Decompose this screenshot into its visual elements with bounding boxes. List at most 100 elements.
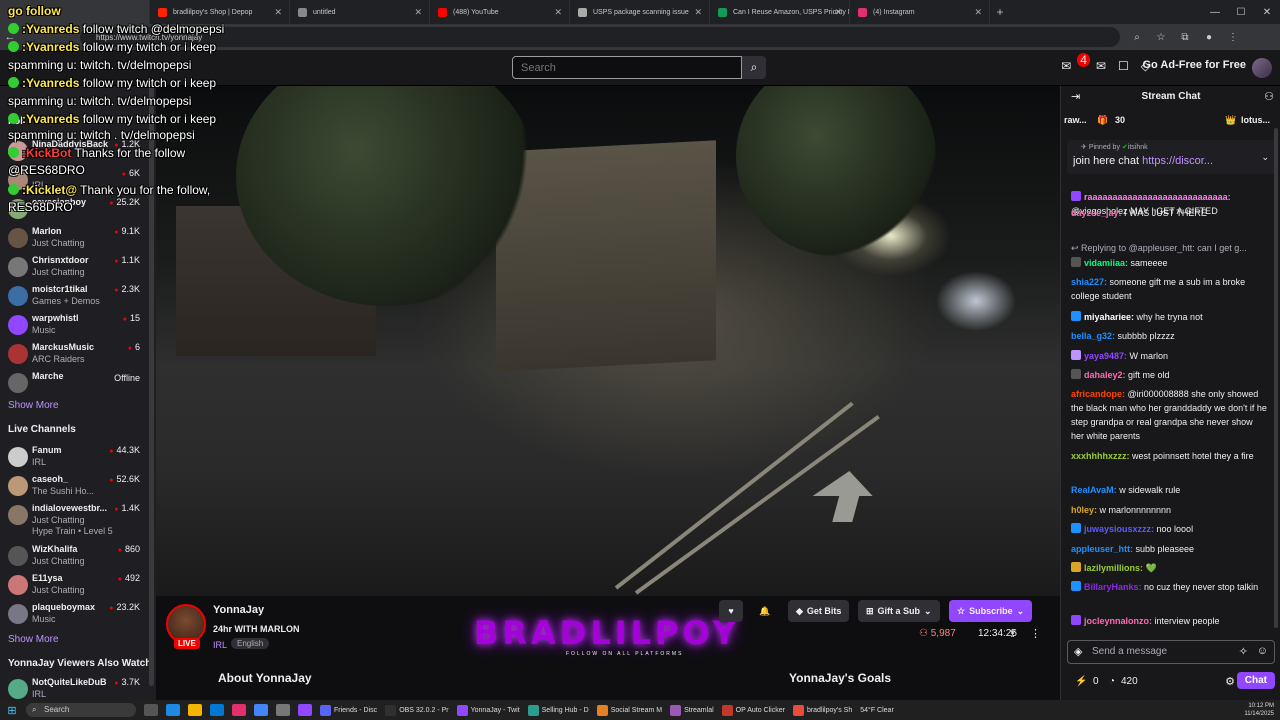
taskbar-app[interactable]: Social Stream M <box>596 704 662 716</box>
subscribe-button[interactable]: ☆ Subscribe ⌄ <box>949 600 1033 622</box>
bookmark-star-icon[interactable]: ☆ <box>1152 32 1170 43</box>
sidebar-channel-item[interactable]: IRL 6K <box>0 167 148 196</box>
sidebar-channel-item[interactable]: WizKhalifa Just Chatting 860 <box>0 543 148 572</box>
bits-icon[interactable]: ⚡ <box>1075 676 1087 687</box>
chevron-down-icon[interactable]: ⌄ <box>1261 152 1269 163</box>
windows-start-icon[interactable]: ⊞ <box>0 704 24 717</box>
taskbar-pinned-icon[interactable] <box>144 704 158 716</box>
chat-username[interactable]: jocleynnalonzo: <box>1084 616 1152 626</box>
chat-username[interactable]: xxxhhhhxzzz: <box>1071 451 1130 461</box>
notification-bell-button[interactable]: 🔔 <box>753 600 777 622</box>
chat-username[interactable]: raaaaaaaaaaaaaaaaaaaaaaaaaaaa: <box>1084 192 1231 202</box>
menu-kebab-icon[interactable]: ⋮ <box>1224 32 1242 43</box>
stream-category[interactable]: IRL <box>213 640 227 650</box>
tab-close-icon[interactable]: ✕ <box>974 7 982 18</box>
taskbar-app[interactable]: Friends - Disc <box>320 704 377 716</box>
browser-tab[interactable]: (488) YouTube ✕ <box>430 0 570 24</box>
taskbar-app[interactable]: Streamlal <box>670 704 714 716</box>
chat-username[interactable]: appleuser_htt: <box>1071 544 1133 554</box>
taskbar-app[interactable]: YonnaJay - Twit <box>456 704 520 716</box>
tab-close-icon[interactable]: ✕ <box>694 7 702 18</box>
share-icon[interactable]: ⇪ <box>1008 627 1017 640</box>
profile-icon[interactable]: ● <box>1200 32 1218 43</box>
taskbar-pinned-icon[interactable] <box>188 704 202 716</box>
gift-sub-button[interactable]: ⊞ Gift a Sub ⌄ <box>858 600 940 622</box>
taskbar-app[interactable]: Selling Hub - D <box>527 704 589 716</box>
chat-username[interactable]: yaya9487: <box>1084 351 1127 361</box>
more-options-icon[interactable]: ⋮ <box>1030 627 1041 640</box>
extensions-icon[interactable]: ⧉ <box>1176 32 1194 43</box>
show-more-live[interactable]: Show More <box>8 634 59 645</box>
sidebar-channel-item[interactable]: warpwhistl Music 15 <box>0 312 148 341</box>
chat-scrollbar[interactable] <box>1274 128 1278 628</box>
sidebar-scrollbar[interactable] <box>149 86 154 686</box>
chat-username[interactable]: BillaryHanks: <box>1084 582 1142 592</box>
sidebar-channel-item[interactable]: indialovewestbr... Just Chatting 1.4K Hype … <box>0 502 148 536</box>
sidebar-channel-item[interactable]: plaqueboymax Music 23.2K <box>0 601 148 630</box>
sidebar-channel-item[interactable]: Marche Offline <box>0 370 148 399</box>
get-bits-button[interactable]: ◆ Get Bits <box>788 600 850 622</box>
browser-tab[interactable]: untitled ✕ <box>290 0 430 24</box>
bits-icon[interactable]: ◈ <box>1074 645 1082 658</box>
gift-right-user[interactable]: lotus... <box>1241 115 1270 125</box>
maximize-icon[interactable]: ☐ <box>1228 7 1254 18</box>
go-ad-free-button[interactable]: Go Ad-Free for Free <box>1143 59 1247 71</box>
browser-tab[interactable]: USPS package scanning issue ✕ <box>570 0 710 24</box>
minimize-icon[interactable]: — <box>1202 7 1228 18</box>
search-button[interactable]: ⌕ <box>742 56 766 79</box>
zoom-icon[interactable]: ⌕ <box>1128 32 1146 43</box>
taskbar-pinned-icon[interactable] <box>210 704 224 716</box>
tab-close-icon[interactable]: ✕ <box>414 7 422 18</box>
inbox-icon[interactable]: ☐ <box>1118 59 1129 73</box>
tab-close-icon[interactable]: ✕ <box>554 7 562 18</box>
chat-username[interactable]: juwaysiousxzzz: <box>1084 524 1154 534</box>
chat-username[interactable]: dayzee_jay: <box>1071 208 1122 218</box>
sidebar-channel-item[interactable]: NinaDaddyisBack 1.2K <box>0 138 148 167</box>
chat-username[interactable]: africandope: <box>1071 389 1125 399</box>
chat-username[interactable]: bella_g32: <box>1071 331 1115 341</box>
sidebar-channel-item[interactable]: cavasianboy 25.2K <box>0 196 148 225</box>
search-input[interactable] <box>512 56 742 79</box>
weather-widget[interactable]: 54°F Clear <box>860 707 894 714</box>
url-field[interactable]: https://www.twitch.tv/yonnajay <box>80 27 1120 47</box>
chat-username[interactable]: lazilymillions: <box>1084 563 1143 573</box>
sidebar-channel-item[interactable]: E11ysa Just Chatting 492 <box>0 572 148 601</box>
chat-username[interactable]: miyahariee: <box>1084 312 1134 322</box>
stream-tag[interactable]: English <box>231 638 270 649</box>
emote-icon[interactable]: ☺ <box>1257 645 1268 657</box>
whispers-icon[interactable]: ✉ <box>1096 59 1106 73</box>
channel-points-icon[interactable]: ◔ <box>1109 676 1115 687</box>
browser-tab[interactable]: bradlilpoy's Shop | Depop ✕ <box>150 0 290 24</box>
sidebar-channel-item[interactable]: moistcr1tikal Games + Demos 2.3K <box>0 283 148 312</box>
video-player[interactable] <box>156 86 1060 596</box>
gift-left-user[interactable]: raw... <box>1064 115 1087 125</box>
magic-icon[interactable]: ✧ <box>1239 645 1248 658</box>
new-tab-button[interactable]: + <box>990 5 1010 19</box>
pinned-message[interactable]: ✈ Pinned by ✔itsihnk join here chat http… <box>1067 140 1277 174</box>
chat-username[interactable]: RealAvaM: <box>1071 485 1117 495</box>
tab-close-icon[interactable]: ✕ <box>274 7 282 18</box>
sidebar-channel-item[interactable]: Marlon Just Chatting 9.1K <box>0 225 148 254</box>
taskbar-app[interactable]: OP Auto Clicker <box>721 704 785 716</box>
streamer-name[interactable]: YonnaJay <box>213 604 264 616</box>
back-icon[interactable]: ← <box>0 31 20 43</box>
chat-users-icon[interactable]: ⚇ <box>1264 90 1274 103</box>
chat-username[interactable]: vidamiiaa: <box>1084 258 1128 268</box>
chat-username[interactable]: h0ley: <box>1071 505 1097 515</box>
chat-input[interactable]: ◈ Send a message ✧ ☺ <box>1067 640 1275 664</box>
taskbar-search[interactable]: ⌕ Search <box>26 703 136 717</box>
close-window-icon[interactable]: ✕ <box>1254 7 1280 18</box>
browser-tab[interactable]: (4) Instagram ✕ <box>850 0 990 24</box>
pinned-link[interactable]: https://discor... <box>1142 155 1213 167</box>
taskbar-pinned-icon[interactable] <box>298 704 312 716</box>
show-more-followed[interactable]: Show More <box>8 400 59 411</box>
taskbar-pinned-icon[interactable] <box>276 704 290 716</box>
chat-username[interactable]: dahaley2: <box>1084 370 1126 380</box>
user-avatar[interactable] <box>1252 58 1272 78</box>
tab-active[interactable] <box>0 0 150 24</box>
chat-send-button[interactable]: Chat <box>1236 672 1275 689</box>
tab-close-icon[interactable]: ✕ <box>834 7 842 18</box>
notifications-icon[interactable]: ✉ 4 <box>1061 53 1090 73</box>
sidebar-channel-item[interactable]: caseoh_ The Sushi Ho... 52.6K <box>0 473 148 502</box>
sidebar-channel-item[interactable]: MarckusMusic ARC Raiders 6 <box>0 341 148 370</box>
